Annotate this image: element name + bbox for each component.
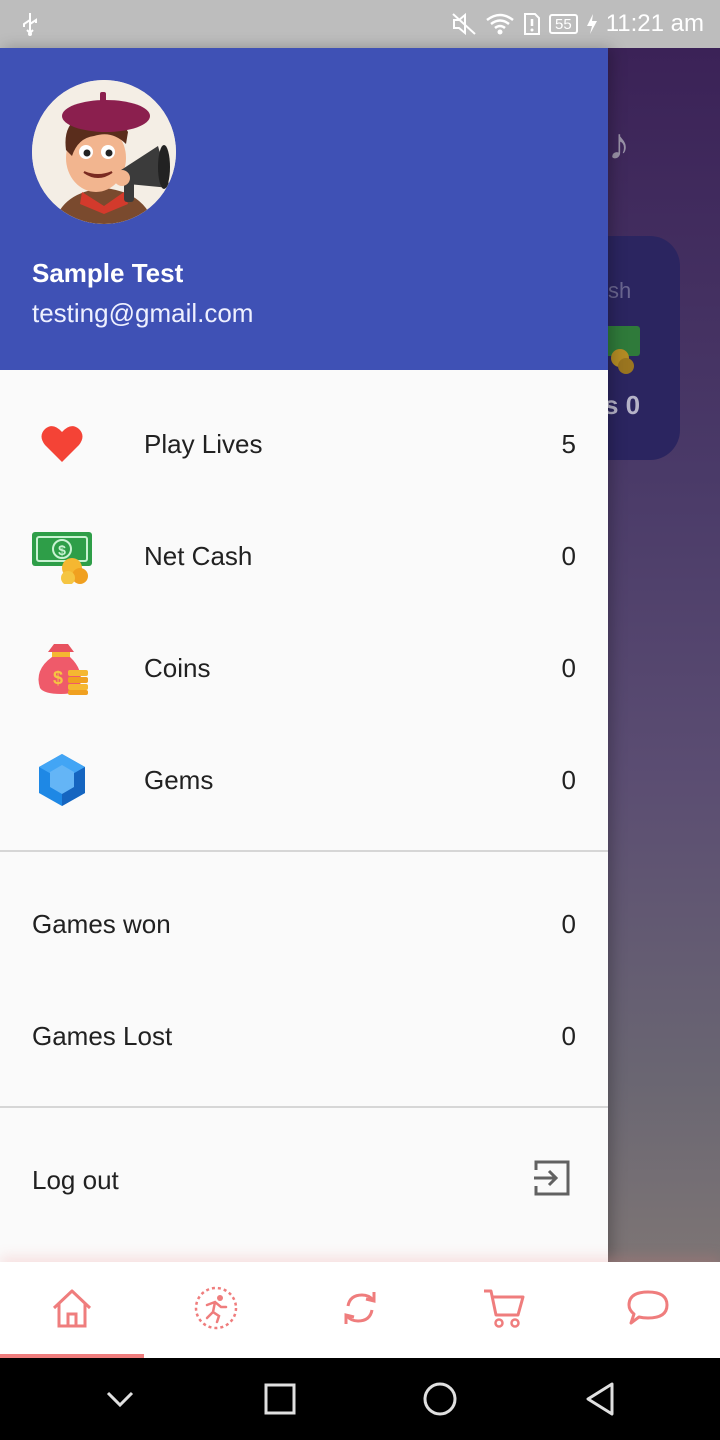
svg-text:$: $ (58, 542, 66, 558)
chevron-down-icon (106, 1391, 134, 1408)
background-card-value: s 0 (604, 390, 641, 420)
nav-shop[interactable] (432, 1262, 576, 1358)
home-button[interactable] (410, 1369, 470, 1429)
list-item-label: Net Cash (144, 540, 253, 571)
list-item-coins[interactable]: $ Coins 0 (0, 612, 608, 724)
avatar[interactable] (32, 80, 176, 224)
list-item-play-lives[interactable]: Play Lives 5 (0, 388, 608, 500)
mute-icon (451, 12, 477, 36)
list-item-value: 0 (561, 540, 576, 571)
hide-keyboard-button[interactable] (90, 1369, 150, 1429)
recents-button[interactable] (250, 1369, 310, 1429)
runner-icon (193, 1285, 239, 1336)
logout-icon (532, 1158, 572, 1198)
coin-bag-icon: $ (32, 638, 92, 698)
back-button[interactable] (570, 1369, 630, 1429)
list-item-gems[interactable]: Gems 0 (0, 724, 608, 836)
chat-icon (626, 1288, 670, 1333)
sim-alert-icon (523, 12, 541, 36)
list-item-label: Play Lives (144, 428, 263, 459)
system-navigation-bar (0, 1358, 720, 1440)
navigation-drawer: Sample Test testing@gmail.com Play Lives… (0, 48, 608, 1262)
status-bar: 55 11:21 am (0, 0, 720, 48)
list-item-value: 5 (561, 428, 576, 459)
list-item-net-cash[interactable]: $ Net Cash 0 (0, 500, 608, 612)
music-icon: ♪ (608, 120, 630, 169)
list-item-games-lost[interactable]: Games Lost 0 (0, 980, 608, 1092)
battery-icon: 55 (549, 14, 578, 34)
square-icon (264, 1383, 296, 1415)
list-item-games-won[interactable]: Games won 0 (0, 868, 608, 980)
list-item-label: Coins (144, 652, 211, 683)
divider (0, 1106, 608, 1108)
stats-list: Play Lives 5 $ Net Cash 0 $ Coins 0 Gems… (0, 370, 608, 850)
wifi-icon (485, 12, 515, 36)
clock: 11:21 am (605, 10, 704, 37)
list-item-label: Games Lost (32, 1020, 173, 1051)
list-item-value: 0 (561, 1020, 576, 1051)
profile-name: Sample Test (32, 258, 184, 288)
cash-icon: $ (32, 526, 92, 586)
logout-button[interactable]: Log out (0, 1124, 608, 1236)
usb-icon (20, 11, 40, 37)
nav-chat[interactable] (576, 1262, 720, 1358)
games-list: Games won 0 Games Lost 0 (0, 852, 608, 1106)
charging-icon (586, 13, 598, 35)
nav-exchange[interactable] (288, 1262, 432, 1358)
logout-label: Log out (32, 1164, 119, 1195)
list-item-value: 0 (561, 764, 576, 795)
drawer-header: Sample Test testing@gmail.com (0, 48, 608, 370)
list-item-label: Gems (144, 764, 214, 795)
nav-activity[interactable] (144, 1262, 288, 1358)
background-card-title: sh (608, 278, 632, 303)
nav-home[interactable] (0, 1262, 144, 1358)
list-item-value: 0 (561, 908, 576, 939)
list-item-label: Games won (32, 908, 171, 939)
back-triangle-icon (586, 1382, 614, 1416)
gem-icon (32, 750, 92, 810)
profile-email: testing@gmail.com (32, 298, 254, 328)
circle-icon (423, 1382, 457, 1416)
heart-icon (32, 414, 92, 474)
bottom-navigation (0, 1262, 720, 1358)
cart-icon (482, 1287, 526, 1334)
svg-text:$: $ (53, 668, 63, 688)
home-icon (50, 1286, 94, 1335)
list-item-value: 0 (561, 652, 576, 683)
refresh-icon (340, 1288, 380, 1333)
